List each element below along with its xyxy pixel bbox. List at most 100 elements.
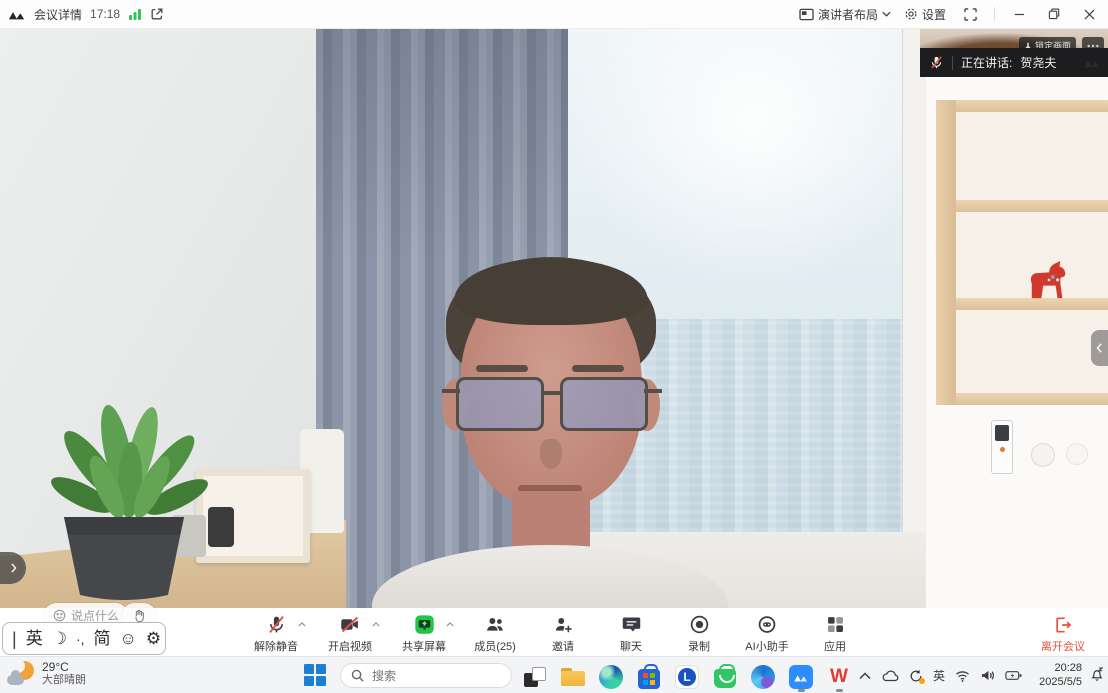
start-button[interactable] [304, 664, 327, 687]
hidden-icons-chevron[interactable] [859, 672, 871, 680]
chevron-down-icon [882, 11, 891, 17]
microsoft-store-icon [638, 669, 660, 689]
ime-simplified-toggle[interactable]: 简 [94, 630, 111, 647]
moon-cloud-icon [7, 661, 35, 687]
system-tray: 英 [859, 667, 1022, 684]
volume-icon[interactable] [980, 669, 995, 682]
microsoft-store-button[interactable] [635, 661, 663, 692]
search-input[interactable] [370, 668, 490, 684]
ime-fullwidth-moon-icon[interactable]: ☽ [52, 630, 67, 647]
taskbar-clock[interactable]: 20:28 2025/5/5 [1039, 662, 1082, 690]
app-store-green-button[interactable] [711, 661, 739, 692]
meeting-app-window: 会议详情 17:18 演讲者布局 设置 [0, 0, 1108, 693]
video-thumbnail[interactable] [920, 29, 1108, 48]
ime-punctuation-toggle[interactable]: ·, [76, 632, 85, 646]
speaking-label: 正在讲话: [961, 54, 1012, 71]
weather-widget[interactable]: 29°C 大部晴朗 [7, 660, 86, 688]
swirl-app-icon [751, 665, 775, 689]
layout-selector-button[interactable]: 演讲者布局 [799, 6, 891, 23]
chevron-right-icon [10, 563, 17, 573]
app-l-button[interactable]: L [673, 661, 701, 692]
restore-button[interactable] [1043, 4, 1065, 24]
share-screen-icon [414, 614, 435, 635]
potted-plant [22, 395, 222, 601]
gear-icon [904, 7, 918, 21]
search-icon [351, 669, 364, 682]
raise-hand-icon [132, 609, 146, 623]
green-bag-icon [714, 669, 736, 688]
battery-icon[interactable] [1005, 670, 1022, 681]
tencent-meeting-icon [789, 665, 813, 689]
onedrive-cloud-icon[interactable] [881, 670, 899, 682]
ime-cursor-icon: | [12, 630, 17, 648]
browser-swirl-button[interactable] [749, 661, 777, 692]
chevron-up-icon [446, 622, 454, 627]
ime-toolbar[interactable]: | 英 ☽ ·, 简 ☺ ⚙ [2, 622, 166, 655]
file-explorer-button[interactable] [559, 661, 587, 692]
edge-icon [599, 665, 623, 689]
watermark-logo-icon [1081, 55, 1103, 69]
invite-button[interactable]: 邀请 [534, 613, 592, 654]
more-dots-icon [1087, 44, 1099, 48]
mic-muted-icon [266, 614, 287, 635]
camera-off-icon [339, 614, 361, 635]
chevron-up-icon [298, 622, 306, 627]
apps-grid-icon [825, 614, 846, 635]
record-icon [689, 614, 710, 635]
smiley-icon [53, 609, 66, 622]
chevron-left-icon [1096, 343, 1103, 353]
glasses [456, 377, 544, 431]
wifi-icon[interactable] [955, 670, 970, 682]
tray-ime-language[interactable]: 英 [933, 667, 945, 684]
record-button[interactable]: 录制 [670, 613, 728, 654]
meeting-control-bar: 解除静音 开启视频 共享屏幕 成员(25) 邀请 聊天 [0, 608, 1108, 656]
ai-assistant-icon [756, 614, 778, 635]
share-screen-button[interactable]: 共享屏幕 [392, 613, 456, 654]
collapse-panel-right-handle[interactable] [1091, 330, 1108, 366]
ime-language-toggle[interactable]: 英 [26, 630, 43, 647]
unmute-button[interactable]: 解除静音 [244, 613, 308, 654]
taskbar-search[interactable] [340, 663, 512, 688]
scene-shelf [936, 100, 1108, 405]
ai-assistant-button[interactable]: AI小助手 [738, 613, 796, 654]
divider [994, 7, 995, 21]
chevron-up-icon [372, 622, 380, 627]
edge-browser-button[interactable] [597, 661, 625, 692]
members-button[interactable]: 成员(25) [466, 613, 524, 654]
close-button[interactable] [1078, 4, 1100, 24]
mic-muted-icon [929, 55, 944, 70]
wps-taskbar-button[interactable]: W [825, 661, 853, 692]
speaker-name: 贺尧夫 [1020, 54, 1056, 71]
settings-button[interactable]: 设置 [904, 6, 946, 23]
running-indicator [836, 689, 843, 692]
update-sync-icon[interactable] [909, 669, 923, 683]
start-video-button[interactable]: 开启视频 [318, 613, 382, 654]
speaker-video-person [350, 229, 750, 608]
tencent-meeting-logo-icon [8, 6, 26, 22]
weather-condition: 大部晴朗 [42, 674, 86, 687]
signal-bars-icon [128, 8, 142, 20]
meeting-details-button[interactable]: 会议详情 [34, 6, 82, 23]
minimize-button[interactable] [1008, 4, 1030, 24]
fullscreen-icon[interactable] [959, 4, 981, 24]
leave-meeting-icon [1053, 615, 1073, 635]
taskbar-apps: L W [521, 661, 853, 692]
windows-taskbar: 29°C 大部晴朗 L W [0, 656, 1108, 693]
wall-outlet-2 [1066, 443, 1088, 465]
tencent-meeting-taskbar-button[interactable] [787, 661, 815, 692]
l-app-icon: L [675, 665, 699, 689]
notification-bell-icon[interactable] [1090, 667, 1104, 682]
invite-icon [552, 614, 574, 635]
task-view-button[interactable] [521, 661, 549, 692]
clock-time: 20:28 [1039, 662, 1082, 676]
chat-icon [621, 614, 642, 635]
active-speaker-banner: 正在讲话: 贺尧夫 [920, 48, 1108, 77]
ime-settings-button[interactable]: ⚙ [146, 630, 161, 647]
ime-emoji-button[interactable]: ☺ [120, 630, 137, 647]
chat-button[interactable]: 聊天 [602, 613, 660, 654]
wall-remote-control [991, 420, 1013, 474]
leave-meeting-button[interactable]: 离开会议 [1032, 613, 1094, 654]
external-link-icon[interactable] [150, 7, 164, 21]
clock-date: 2025/5/5 [1039, 676, 1082, 690]
apps-button[interactable]: 应用 [806, 613, 864, 654]
